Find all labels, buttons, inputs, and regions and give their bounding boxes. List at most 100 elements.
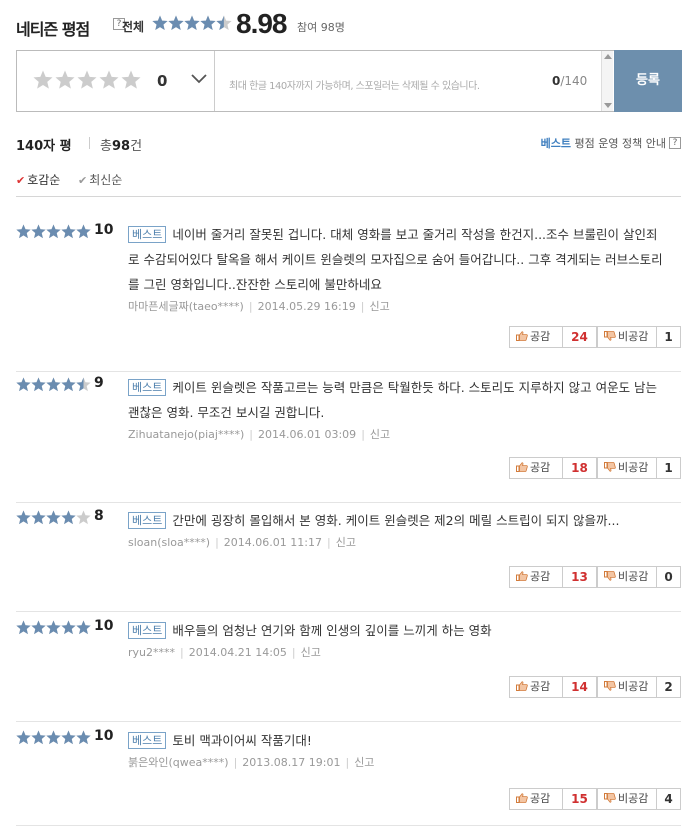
best-badge: 베스트: [128, 226, 167, 243]
star-icon: [31, 620, 46, 635]
divider: |: [360, 300, 365, 313]
star-icon: [61, 377, 76, 392]
help-icon[interactable]: ?: [669, 137, 681, 149]
divider: |: [233, 756, 238, 769]
divider: [16, 371, 681, 372]
star-icon: [16, 510, 31, 525]
divider: |: [248, 300, 253, 313]
scroll-down-icon[interactable]: [604, 103, 612, 108]
report-link[interactable]: 신고: [369, 300, 389, 313]
review-author[interactable]: sloan(sloa****): [128, 536, 210, 549]
scroll-up-icon[interactable]: [604, 54, 612, 59]
thumbs-up-icon: [516, 570, 530, 583]
chevron-down-icon[interactable]: [189, 69, 209, 89]
dislike-count: 4: [657, 788, 681, 810]
review-author[interactable]: Zihuatanejo(piaj****): [128, 428, 244, 441]
review-item: 10 베스트 네이버 줄거리 잘못된 겁니다. 대체 영화를 보고 줄거리 작성을 …: [16, 222, 681, 372]
star-icon: [61, 620, 76, 635]
like-count: 15: [563, 788, 597, 810]
sort-likes[interactable]: ✔ 호감순: [16, 171, 60, 188]
best-badge: 베스트: [128, 512, 167, 529]
review-stars: [16, 730, 91, 748]
review-meta: 붉은와인(qwea****) | 2013.08.17 19:01 | 신고: [128, 754, 668, 770]
review-author[interactable]: ryu2****: [128, 646, 175, 659]
like-button[interactable]: 공감: [509, 457, 563, 479]
star-icon: [121, 70, 141, 89]
review-stars: [16, 620, 91, 638]
textarea-scrollbar[interactable]: [601, 51, 613, 111]
review-author[interactable]: 마마픈세글짜(taeo****): [128, 300, 244, 313]
like-count: 13: [563, 566, 597, 588]
best-badge: 베스트: [128, 379, 167, 396]
page-title: 네티즌 평점: [16, 20, 90, 39]
star-icon: [46, 730, 61, 745]
star-icon: [16, 730, 31, 745]
divider: |: [291, 646, 296, 659]
vote-buttons: 공감 15 비공감 4: [509, 788, 681, 810]
section-label: 140자 평: [16, 139, 72, 154]
dislike-button[interactable]: 비공감: [597, 326, 657, 348]
report-link[interactable]: 신고: [354, 756, 374, 769]
like-button[interactable]: 공감: [509, 788, 563, 810]
overall-score: 8.98: [236, 8, 287, 39]
sort-latest[interactable]: ✔ 최신순: [78, 171, 122, 188]
star-icon: [16, 224, 31, 239]
star-icon: [184, 15, 200, 30]
star-icon: [61, 510, 76, 525]
like-button[interactable]: 공감: [509, 326, 563, 348]
review-score: 10: [94, 222, 114, 238]
star-icon: [76, 620, 91, 635]
like-button[interactable]: 공감: [509, 566, 563, 588]
best-badge: 베스트: [128, 622, 167, 639]
review-item: 9 베스트 케이트 윈슬렛은 작품고르는 능력 만큼은 탁월한듯 하다. 스토리도 …: [16, 375, 681, 503]
like-button[interactable]: 공감: [509, 676, 563, 698]
star-icon: [46, 620, 61, 635]
thumbs-up-icon: [516, 680, 530, 693]
divider: [16, 611, 681, 612]
policy-link[interactable]: 베스트 평점 운영 정책 안내?: [541, 135, 681, 151]
thumbs-down-icon: [604, 792, 618, 805]
check-icon: ✔: [16, 174, 26, 187]
dislike-button[interactable]: 비공감: [597, 676, 657, 698]
review-author[interactable]: 붉은와인(qwea****): [128, 756, 229, 769]
review-text: 베스트 간만에 굉장히 몰입해서 본 영화. 케이트 윈슬렛은 제2의 메릴 스트…: [128, 508, 668, 533]
star-icon: [152, 15, 168, 30]
overall-stars: [152, 15, 232, 34]
review-textarea[interactable]: 최대 한글 140자까지 가능하며, 스포일러는 삭제될 수 있습니다.: [229, 77, 480, 92]
star-icon: [200, 15, 216, 30]
report-link[interactable]: 신고: [336, 536, 356, 549]
review-text: 베스트 케이트 윈슬렛은 작품고르는 능력 만큼은 탁월한듯 하다. 스토리도 지…: [128, 379, 658, 420]
divider: |: [180, 646, 184, 659]
star-icon: [16, 620, 31, 635]
divider: [16, 721, 681, 722]
participant-count: 참여 98명: [297, 21, 345, 34]
thumbs-up-icon: [516, 461, 530, 474]
review-meta: 마마픈세글짜(taeo****) | 2014.05.29 16:19 | 신고: [128, 298, 668, 314]
divider: [89, 137, 90, 149]
dislike-button[interactable]: 비공감: [597, 457, 657, 479]
review-date: 2014.04.21 14:05: [188, 646, 287, 659]
review-text: 베스트 토비 맥과이어씨 작품기대!: [128, 728, 668, 753]
like-count: 14: [563, 676, 597, 698]
dislike-button[interactable]: 비공감: [597, 788, 657, 810]
star-rating-selector[interactable]: [33, 70, 141, 93]
star-icon: [31, 224, 46, 239]
like-count: 18: [563, 457, 597, 479]
dislike-button[interactable]: 비공감: [597, 566, 657, 588]
divider: [16, 196, 681, 197]
star-icon: [77, 70, 97, 89]
dislike-count: 1: [657, 326, 681, 348]
thumbs-down-icon: [604, 461, 618, 474]
review-score: 9: [94, 375, 104, 391]
like-count: 24: [563, 326, 597, 348]
review-item: 8 베스트 간만에 굉장히 몰입해서 본 영화. 케이트 윈슬렛은 제2의 메릴 스…: [16, 508, 681, 612]
report-link[interactable]: 신고: [370, 428, 390, 441]
review-body: 베스트 케이트 윈슬렛은 작품고르는 능력 만큼은 탁월한듯 하다. 스토리도 지…: [128, 375, 668, 442]
submit-button[interactable]: 등록: [614, 50, 682, 112]
review-date: 2014.05.29 16:19: [257, 300, 356, 313]
review-stars: [16, 224, 91, 242]
dislike-count: 2: [657, 676, 681, 698]
report-link[interactable]: 신고: [301, 646, 321, 659]
star-icon: [16, 377, 31, 392]
review-body: 베스트 배우들의 엄청난 연기와 함께 인생의 깊이를 느끼게 하는 영화 ryu2…: [128, 618, 668, 660]
